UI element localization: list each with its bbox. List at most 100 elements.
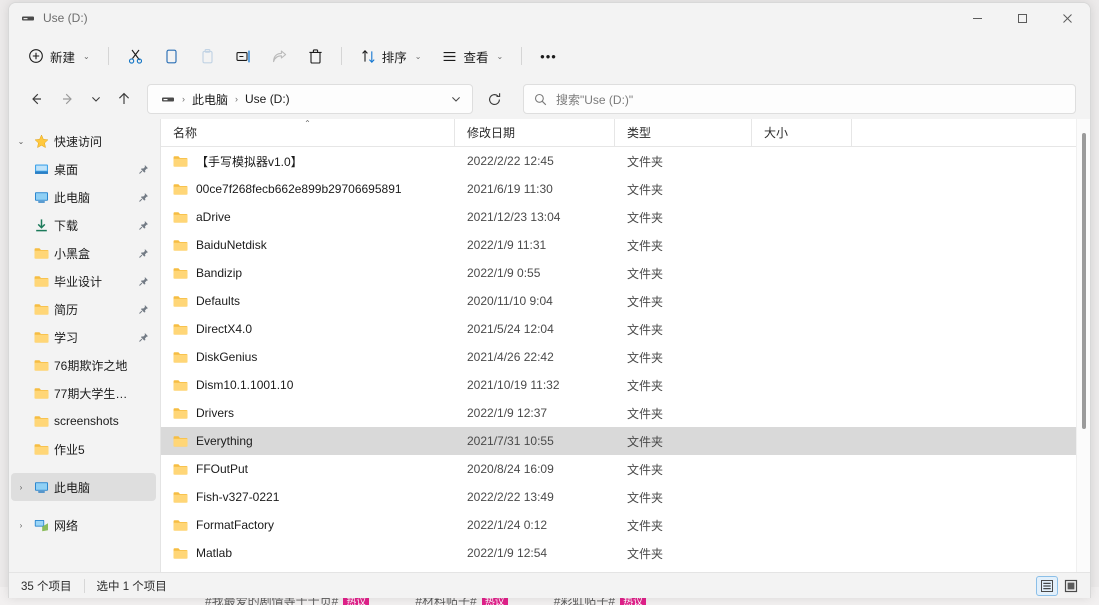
share-button[interactable]: [262, 40, 296, 72]
selection-count-label: 选中 1 个项目: [96, 580, 167, 593]
pin-icon[interactable]: [136, 220, 150, 231]
cut-button[interactable]: [118, 40, 152, 72]
scrollbar-thumb[interactable]: [1082, 133, 1086, 429]
file-name-cell: Everything: [161, 434, 455, 449]
maximize-button[interactable]: [1000, 3, 1045, 33]
details-view-icon[interactable]: [1036, 575, 1058, 596]
pin-icon[interactable]: [136, 248, 150, 259]
network-icon: [31, 518, 51, 533]
vertical-scrollbar[interactable]: [1076, 119, 1090, 572]
close-button[interactable]: [1045, 3, 1090, 33]
rename-button[interactable]: [226, 40, 260, 72]
recent-locations-button[interactable]: [85, 84, 107, 114]
column-header-3[interactable]: 大小: [752, 118, 852, 147]
item-count-label: 35 个项目: [21, 580, 72, 593]
pin-icon[interactable]: [136, 332, 150, 343]
file-name-label: BaiduNetdisk: [196, 238, 267, 252]
sidebar-item-label: 此电脑: [54, 480, 91, 495]
sidebar-item-10[interactable]: screenshots: [11, 407, 156, 435]
file-list: 【手写模拟器v1.0】 2022/2/22 12:45 文件夹 00ce7f268fe…: [161, 147, 1090, 572]
sidebar-item-7[interactable]: 学习: [11, 323, 156, 351]
file-row[interactable]: Matlab 2022/1/9 12:54 文件夹: [161, 539, 1090, 567]
search-box[interactable]: 搜索"Use (D:)": [523, 84, 1076, 114]
window-title: Use (D:): [43, 11, 88, 25]
column-header-2[interactable]: 类型: [615, 118, 752, 147]
file-row[interactable]: Defaults 2020/11/10 9:04 文件夹: [161, 287, 1090, 315]
forward-button[interactable]: [53, 84, 83, 114]
pin-icon[interactable]: [136, 192, 150, 203]
sidebar-item-1[interactable]: 桌面: [11, 155, 156, 183]
more-options-button[interactable]: •••: [531, 40, 566, 72]
sidebar-item-8[interactable]: 76期欺诈之地: [11, 351, 156, 379]
file-type-cell: 文件夹: [627, 154, 664, 169]
pin-icon[interactable]: [136, 304, 150, 315]
file-name-cell: FormatFactory: [161, 518, 455, 533]
file-row[interactable]: DirectX4.0 2021/5/24 12:04 文件夹: [161, 315, 1090, 343]
breadcrumb-item-use-d[interactable]: Use (D:): [241, 90, 294, 108]
file-type-cell: 文件夹: [627, 266, 664, 281]
breadcrumb-drive-icon[interactable]: [157, 90, 179, 108]
refresh-button[interactable]: [479, 84, 509, 114]
folder-icon: [31, 442, 51, 457]
column-header-1[interactable]: 修改日期: [455, 118, 615, 147]
paste-button[interactable]: [190, 40, 224, 72]
file-row[interactable]: DiskGenius 2021/4/26 22:42 文件夹: [161, 343, 1090, 371]
file-type-cell: 文件夹: [627, 434, 664, 449]
file-row[interactable]: Drivers 2022/1/9 12:37 文件夹: [161, 399, 1090, 427]
column-header-label: 类型: [627, 126, 652, 140]
sidebar-item-9[interactable]: 77期大学生软件: [11, 379, 156, 407]
file-row[interactable]: 【手写模拟器v1.0】 2022/2/22 12:45 文件夹: [161, 147, 1090, 175]
sidebar-item-label: 下载: [54, 218, 79, 233]
file-row[interactable]: Dism10.1.1001.10 2021/10/19 11:32 文件夹: [161, 371, 1090, 399]
breadcrumb-bar[interactable]: › 此电脑 › Use (D:): [147, 84, 473, 114]
delete-button[interactable]: [298, 40, 332, 72]
file-row[interactable]: Everything 2021/7/31 10:55 文件夹: [161, 427, 1090, 455]
sidebar-item-3[interactable]: 下载: [11, 211, 156, 239]
breadcrumb-item-this-pc[interactable]: 此电脑: [188, 89, 232, 110]
file-row[interactable]: 00ce7f268fecb662e899b29706695891 2021/6/1…: [161, 175, 1090, 203]
file-row[interactable]: FormatFactory 2022/1/24 0:12 文件夹: [161, 511, 1090, 539]
sidebar-item-label: 77期大学生软件: [54, 386, 136, 401]
up-button[interactable]: [109, 84, 139, 114]
copy-button[interactable]: [154, 40, 188, 72]
chevron-right-icon[interactable]: ›: [11, 521, 31, 530]
file-row[interactable]: aDrive 2021/12/23 13:04 文件夹: [161, 203, 1090, 231]
sort-button[interactable]: 排序 ⌄: [351, 40, 431, 72]
file-name-cell: Drivers: [161, 406, 455, 421]
back-button[interactable]: [21, 84, 51, 114]
file-row[interactable]: FFOutPut 2020/8/24 16:09 文件夹: [161, 455, 1090, 483]
sidebar-item-4[interactable]: 小黑盒: [11, 239, 156, 267]
new-button[interactable]: 新建 ⌄: [19, 40, 99, 72]
sidebar-item-label: screenshots: [54, 414, 119, 428]
view-button[interactable]: 查看 ⌄: [432, 40, 512, 72]
sidebar-item-13[interactable]: › 网络: [11, 511, 156, 539]
navigation-pane: ⌄ 快速访问 桌面 此电脑 下载 小黑盒 毕业设计 简历 学习 76期欺诈之地 77期大学生软件 sc…: [9, 119, 161, 572]
folder-icon: [173, 406, 188, 421]
column-header-label: 修改日期: [467, 126, 516, 140]
sort-button-label: 排序: [381, 50, 407, 65]
file-name-label: Drivers: [196, 406, 234, 420]
file-row[interactable]: Fish-v327-0221 2022/2/22 13:49 文件夹: [161, 483, 1090, 511]
sidebar-item-label: 毕业设计: [54, 274, 103, 289]
chevron-down-icon[interactable]: [444, 86, 468, 112]
chevron-right-icon[interactable]: ›: [11, 483, 31, 492]
sidebar-item-5[interactable]: 毕业设计: [11, 267, 156, 295]
file-row[interactable]: BaiduNetdisk 2022/1/9 11:31 文件夹: [161, 231, 1090, 259]
chevron-down-icon[interactable]: ⌄: [11, 137, 31, 146]
file-row[interactable]: Bandizip 2022/1/9 0:55 文件夹: [161, 259, 1090, 287]
pin-icon[interactable]: [136, 164, 150, 175]
sidebar-item-0[interactable]: ⌄ 快速访问: [11, 127, 156, 155]
minimize-button[interactable]: [955, 3, 1000, 33]
sidebar-item-12[interactable]: › 此电脑: [11, 473, 156, 501]
sidebar-item-2[interactable]: 此电脑: [11, 183, 156, 211]
folder-icon: [173, 182, 188, 197]
large-icons-view-icon[interactable]: [1060, 576, 1082, 596]
rename-icon: [235, 48, 251, 64]
file-type-cell: 文件夹: [627, 210, 664, 225]
folder-icon: [173, 294, 188, 309]
pin-icon[interactable]: [136, 276, 150, 287]
sidebar-item-11[interactable]: 作业5: [11, 435, 156, 463]
column-header-0[interactable]: ⌃ 名称: [161, 118, 455, 147]
sidebar-item-6[interactable]: 简历: [11, 295, 156, 323]
sidebar-item-label: 学习: [54, 330, 79, 345]
